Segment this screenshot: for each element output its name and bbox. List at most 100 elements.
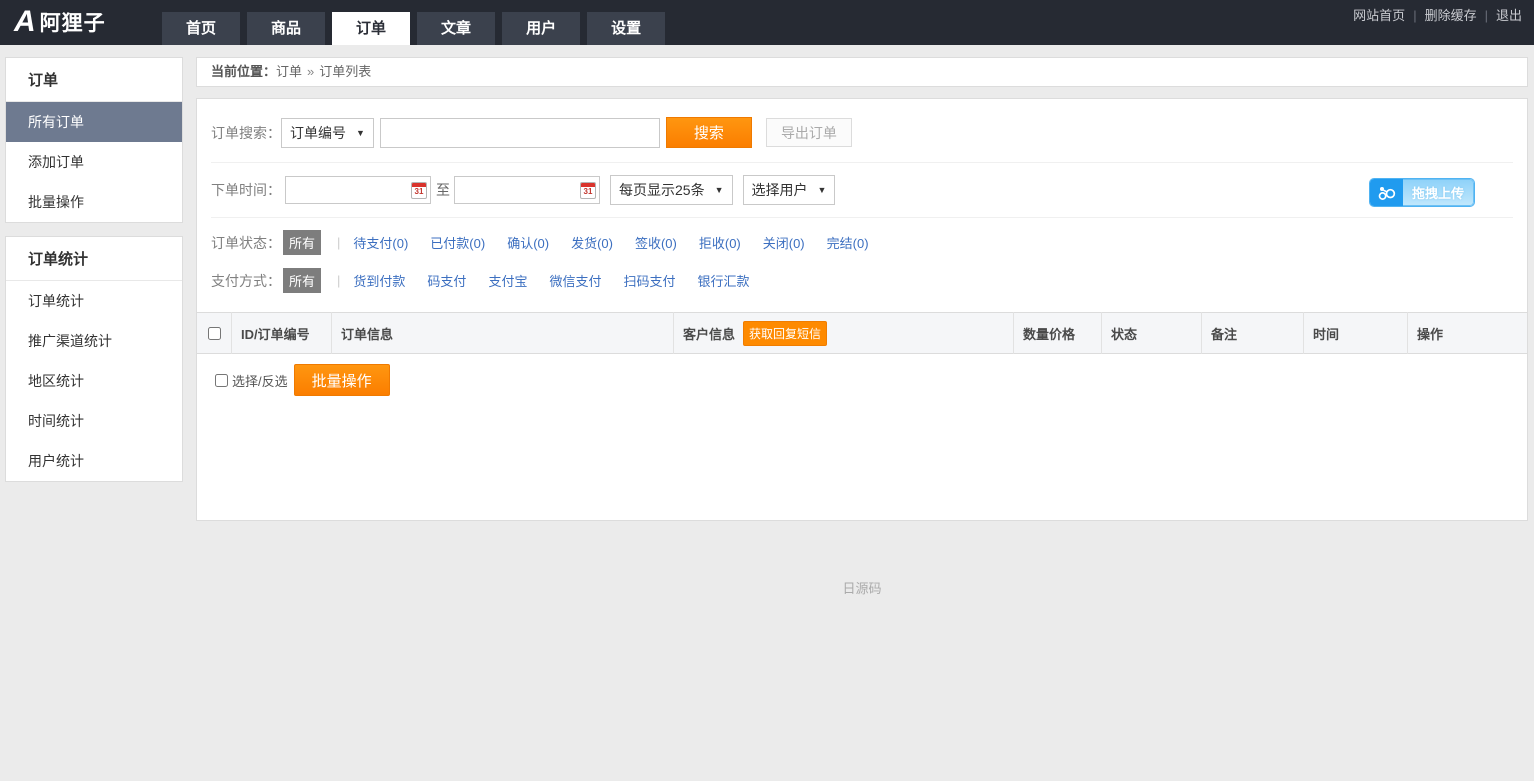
order-table-header: ID/订单编号 订单信息 客户信息 获取回复短信 数量价格 状态 备注 时间 操… <box>197 312 1527 354</box>
sidebar-section-statistics: 订单统计 订单统计 推广渠道统计 地区统计 时间统计 用户统计 <box>5 236 183 482</box>
column-customer-info: 客户信息 获取回复短信 <box>673 312 1013 354</box>
topbar-links: 网站首页 | 删除缓存 | 退出 <box>1353 5 1522 24</box>
logo-title: 阿狸子 <box>40 7 106 37</box>
logo-a-icon: A <box>14 4 34 40</box>
status-link-completed[interactable]: 完结(0) <box>827 233 869 252</box>
sidebar-item-time-stats[interactable]: 时间统计 <box>6 401 182 441</box>
bulk-action-row: 选择/反选 批量操作 <box>197 354 1527 396</box>
sidebar-item-channel-stats[interactable]: 推广渠道统计 <box>6 321 182 361</box>
order-status-row: 订单状态： 所有 | 待支付(0) 已付款(0) 确认(0) 发货(0) 签收(… <box>211 218 1513 260</box>
breadcrumb-separator: » <box>307 64 314 79</box>
status-link-unpaid[interactable]: 待支付(0) <box>353 233 408 252</box>
order-list-panel: 订单搜索： 订单编号 ▼ 搜索 导出订单 下单时间： 至 <box>196 98 1528 521</box>
sidebar-item-user-stats[interactable]: 用户统计 <box>6 441 182 481</box>
divider: | <box>337 273 340 288</box>
nav-tab-home[interactable]: 首页 <box>162 12 240 45</box>
sidebar-item-all-orders[interactable]: 所有订单 <box>6 102 182 142</box>
customer-info-label: 客户信息 <box>683 324 735 343</box>
breadcrumb-section: 订单 <box>276 64 302 79</box>
select-invert-label[interactable]: 选择/反选 <box>232 371 288 390</box>
nav-tab-users[interactable]: 用户 <box>502 12 580 45</box>
column-quantity-price: 数量价格 <box>1013 312 1101 354</box>
site-home-link[interactable]: 网站首页 <box>1353 8 1405 23</box>
order-time-row: 下单时间： 至 每页显示25条 ▼ 选择用户 ▼ <box>211 163 1513 218</box>
column-order-info: 订单信息 <box>331 312 673 354</box>
order-search-input[interactable] <box>380 118 660 148</box>
export-orders-button[interactable]: 导出订单 <box>766 118 852 147</box>
payment-link-wechat[interactable]: 微信支付 <box>549 271 601 290</box>
per-page-value: 每页显示25条 <box>619 176 705 204</box>
status-link-received[interactable]: 签收(0) <box>635 233 677 252</box>
fetch-sms-replies-button[interactable]: 获取回复短信 <box>743 321 827 346</box>
select-all-checkbox[interactable] <box>208 327 221 340</box>
chevron-down-icon: ▼ <box>715 176 724 204</box>
footer-text: 日源码 <box>196 578 1528 597</box>
sidebar-section-title: 订单统计 <box>6 237 182 281</box>
baidu-pan-icon <box>1370 179 1403 206</box>
column-order-id: ID/订单编号 <box>231 312 331 354</box>
status-link-confirmed[interactable]: 确认(0) <box>507 233 549 252</box>
sidebar-item-add-order[interactable]: 添加订单 <box>6 142 182 182</box>
nav-tab-articles[interactable]: 文章 <box>417 12 495 45</box>
search-type-select[interactable]: 订单编号 ▼ <box>281 118 374 148</box>
end-date-input[interactable] <box>455 178 573 202</box>
status-link-rejected[interactable]: 拒收(0) <box>699 233 741 252</box>
divider: | <box>337 235 340 250</box>
app-logo: A 阿狸子 <box>14 4 106 40</box>
payment-link-bank[interactable]: 银行汇款 <box>697 271 749 290</box>
select-invert-checkbox[interactable] <box>215 374 228 387</box>
status-all-badge[interactable]: 所有 <box>283 230 321 255</box>
status-link-closed[interactable]: 关闭(0) <box>763 233 805 252</box>
sidebar-item-bulk-actions[interactable]: 批量操作 <box>6 182 182 222</box>
payment-all-badge[interactable]: 所有 <box>283 268 321 293</box>
nav-tab-orders[interactable]: 订单 <box>332 12 410 45</box>
column-status: 状态 <box>1101 312 1201 354</box>
start-date-field <box>285 176 431 204</box>
breadcrumb-page: 订单列表 <box>319 64 371 79</box>
sidebar-item-region-stats[interactable]: 地区统计 <box>6 361 182 401</box>
logout-link[interactable]: 退出 <box>1496 8 1522 23</box>
breadcrumb: 当前位置：订单 » 订单列表 <box>196 57 1528 87</box>
order-search-label: 订单搜索： <box>211 123 281 143</box>
payment-link-codepay[interactable]: 码支付 <box>427 271 466 290</box>
user-select-value: 选择用户 <box>752 176 808 204</box>
date-range-to-label: 至 <box>436 180 450 200</box>
payment-method-label: 支付方式： <box>211 271 281 291</box>
start-date-input[interactable] <box>286 178 404 202</box>
search-type-value: 订单编号 <box>290 119 346 147</box>
sidebar-section-orders: 订单 所有订单 添加订单 批量操作 <box>5 57 183 223</box>
drag-upload-widget[interactable]: 拖拽上传 <box>1370 179 1474 206</box>
nav-tab-settings[interactable]: 设置 <box>587 12 665 45</box>
payment-link-alipay[interactable]: 支付宝 <box>488 271 527 290</box>
breadcrumb-prefix: 当前位置： <box>211 64 276 79</box>
user-select[interactable]: 选择用户 ▼ <box>743 175 836 205</box>
nav-tab-products[interactable]: 商品 <box>247 12 325 45</box>
per-page-select[interactable]: 每页显示25条 ▼ <box>610 175 733 205</box>
topbar: A 阿狸子 首页 商品 订单 文章 用户 设置 网站首页 | 删除缓存 | 退出 <box>0 0 1534 45</box>
bulk-action-button[interactable]: 批量操作 <box>294 364 390 396</box>
status-link-paid[interactable]: 已付款(0) <box>430 233 485 252</box>
clear-cache-link[interactable]: 删除缓存 <box>1425 8 1477 23</box>
sidebar-item-order-stats[interactable]: 订单统计 <box>6 281 182 321</box>
payment-method-row: 支付方式： 所有 | 货到付款 码支付 支付宝 微信支付 扫码支付 银行汇款 <box>211 260 1513 307</box>
order-status-label: 订单状态： <box>211 233 281 253</box>
order-time-label: 下单时间： <box>211 180 281 200</box>
divider: | <box>1413 8 1416 23</box>
payment-link-cod[interactable]: 货到付款 <box>353 271 405 290</box>
calendar-icon[interactable] <box>411 182 427 199</box>
sidebar: 订单 所有订单 添加订单 批量操作 订单统计 订单统计 推广渠道统计 地区统计 … <box>5 57 183 495</box>
order-search-row: 订单搜索： 订单编号 ▼ 搜索 导出订单 <box>211 99 1513 163</box>
chevron-down-icon: ▼ <box>818 176 827 204</box>
header-checkbox-cell <box>197 312 231 354</box>
divider: | <box>1485 8 1488 23</box>
main-content: 当前位置：订单 » 订单列表 订单搜索： 订单编号 ▼ 搜索 导出订单 下单时间： <box>196 57 1528 597</box>
end-date-field <box>454 176 600 204</box>
payment-link-scan[interactable]: 扫码支付 <box>623 271 675 290</box>
search-button[interactable]: 搜索 <box>666 117 752 148</box>
status-link-shipped[interactable]: 发货(0) <box>571 233 613 252</box>
top-nav: 首页 商品 订单 文章 用户 设置 <box>162 12 672 45</box>
column-note: 备注 <box>1201 312 1303 354</box>
page-layout: 订单 所有订单 添加订单 批量操作 订单统计 订单统计 推广渠道统计 地区统计 … <box>0 45 1534 597</box>
calendar-icon[interactable] <box>580 182 596 199</box>
column-time: 时间 <box>1303 312 1407 354</box>
